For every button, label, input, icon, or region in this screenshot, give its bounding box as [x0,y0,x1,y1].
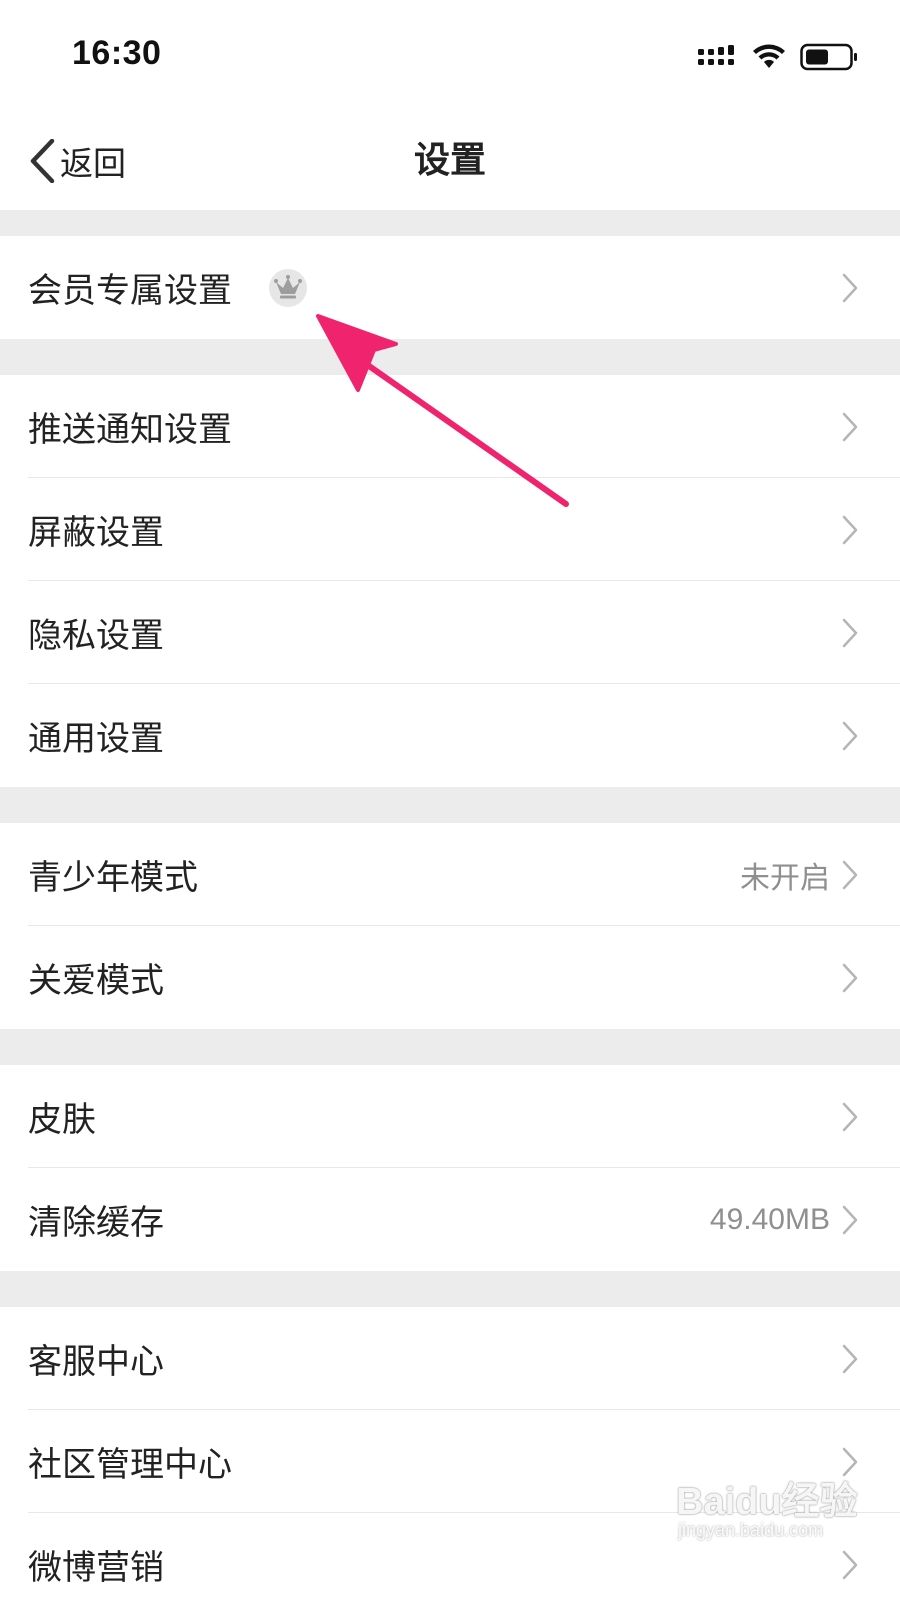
row-label: 会员专属设置 [28,271,232,311]
row-label: 客服中心 [28,1342,164,1382]
settings-row-clear-cache[interactable]: 清除缓存 49.40MB [0,1168,900,1271]
settings-row-privacy[interactable]: 隐私设置 [0,581,900,684]
settings-row-weibo-marketing[interactable]: 微博营销 [0,1513,900,1616]
row-label: 皮肤 [28,1100,96,1140]
chevron-right-icon [842,618,858,647]
settings-row-community-admin[interactable]: 社区管理中心 [0,1410,900,1513]
section-gap [0,210,900,236]
chevron-right-icon [842,963,858,992]
section-gap [0,787,900,823]
settings-list: 会员专属设置 推送通知设置 屏蔽设置 隐私设置 通用设置 青少年模式 未开启 关… [0,210,900,1616]
crown-icon [269,268,307,307]
section-gap [0,339,900,375]
chevron-right-icon [842,1447,858,1476]
settings-row-block[interactable]: 屏蔽设置 [0,478,900,581]
settings-row-customer-service[interactable]: 客服中心 [0,1307,900,1410]
chevron-right-icon [842,1205,858,1234]
nav-bar: 返回 设置 [0,110,900,210]
chevron-right-icon [842,721,858,750]
settings-row-vip[interactable]: 会员专属设置 [0,236,900,339]
battery-icon [800,43,857,71]
chevron-right-icon [842,860,858,889]
row-label: 隐私设置 [28,616,164,656]
row-label: 关爱模式 [28,961,164,1001]
row-label: 社区管理中心 [28,1445,232,1485]
row-label: 通用设置 [28,719,164,759]
settings-row-care-mode[interactable]: 关爱模式 [0,926,900,1029]
signal-icon [698,45,734,65]
chevron-right-icon [842,412,858,441]
row-label: 清除缓存 [28,1203,164,1243]
row-value: 未开启 [740,861,830,895]
chevron-right-icon [842,1102,858,1131]
wifi-icon [753,44,785,68]
settings-row-push[interactable]: 推送通知设置 [0,375,900,478]
chevron-right-icon [842,273,858,302]
chevron-right-icon [842,515,858,544]
status-time: 16:30 [72,34,162,72]
chevron-right-icon [842,1550,858,1579]
row-label: 屏蔽设置 [28,513,164,553]
settings-row-teen-mode[interactable]: 青少年模式 未开启 [0,823,900,926]
section-gap [0,1029,900,1065]
row-label: 推送通知设置 [28,410,232,450]
row-value: 49.40MB [709,1202,830,1236]
chevron-right-icon [842,1344,858,1373]
status-bar: 16:30 [0,0,900,110]
settings-row-skin[interactable]: 皮肤 [0,1065,900,1168]
row-label: 微博营销 [28,1548,164,1588]
status-icons [698,40,858,74]
row-label: 青少年模式 [28,858,198,898]
section-gap [0,1271,900,1307]
page-title: 设置 [413,140,486,181]
settings-row-general[interactable]: 通用设置 [0,684,900,787]
